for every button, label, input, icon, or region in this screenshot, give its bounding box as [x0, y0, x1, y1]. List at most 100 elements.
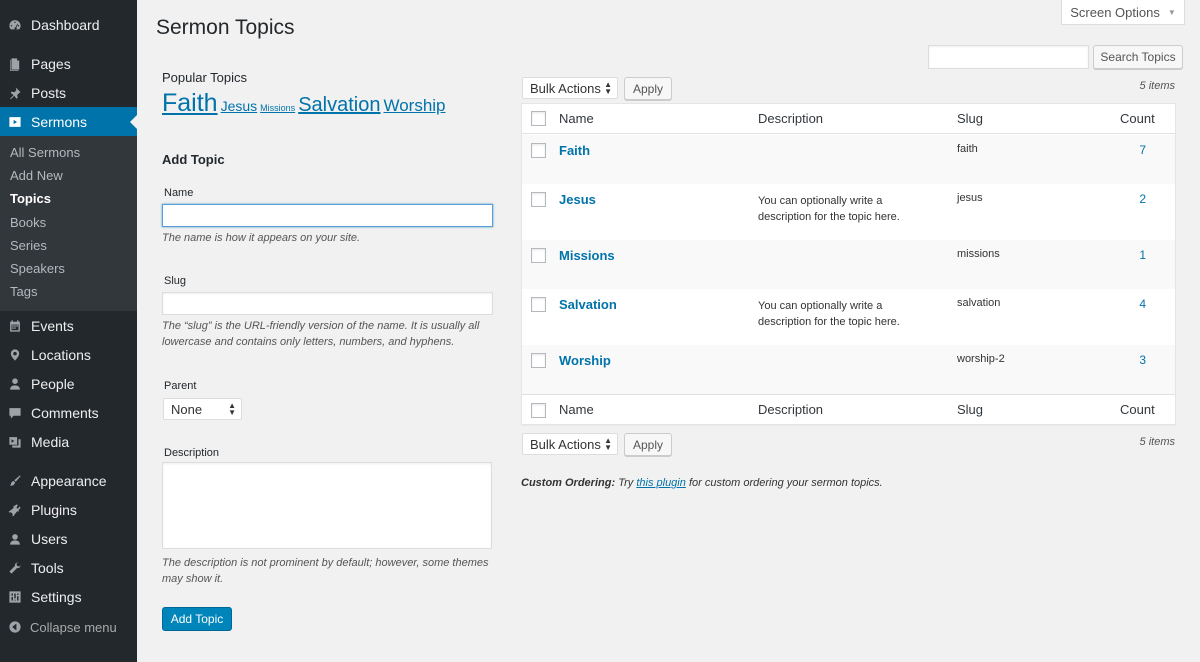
- menu-settings[interactable]: Settings: [0, 582, 137, 611]
- location-pin-icon: [8, 348, 22, 362]
- row-checkbox[interactable]: [531, 297, 546, 312]
- menu-sermons[interactable]: Sermons: [0, 107, 137, 136]
- topic-slug: worship-2: [957, 353, 1005, 365]
- topic-name-link[interactable]: Salvation: [559, 297, 617, 312]
- select-all-checkbox[interactable]: [531, 111, 546, 126]
- row-checkbox[interactable]: [531, 353, 546, 368]
- submenu-topics[interactable]: Topics: [10, 189, 51, 209]
- custom-ordering-label: Custom Ordering:: [521, 477, 616, 489]
- column-footer-count[interactable]: Count: [1120, 402, 1155, 417]
- collapse-menu-button[interactable]: Collapse menu: [0, 617, 137, 637]
- menu-label: People: [31, 375, 75, 392]
- menu-people[interactable]: People: [0, 369, 137, 398]
- table-row: Missions missions 1: [522, 240, 1175, 289]
- topic-name-link[interactable]: Missions: [559, 248, 615, 263]
- column-header-slug[interactable]: Slug: [957, 111, 983, 126]
- menu-events[interactable]: Events: [0, 311, 137, 340]
- menu-label: Media: [31, 433, 70, 450]
- tag-cloud-link[interactable]: Salvation: [298, 94, 380, 116]
- description-textarea[interactable]: [162, 462, 492, 549]
- submenu-add-new[interactable]: Add New: [10, 166, 63, 186]
- menu-plugins[interactable]: Plugins: [0, 495, 137, 524]
- topic-count-link[interactable]: 2: [1122, 192, 1146, 206]
- row-checkbox[interactable]: [531, 143, 546, 158]
- submenu-tags[interactable]: Tags: [10, 282, 37, 302]
- items-count-bottom: 5 items: [1139, 436, 1175, 448]
- menu-media[interactable]: Media: [0, 427, 137, 456]
- row-checkbox[interactable]: [531, 192, 546, 207]
- tag-cloud: Faith Jesus Missions Salvation Worship: [162, 89, 449, 118]
- topic-name-link[interactable]: Worship: [559, 353, 611, 368]
- menu-label: Pages: [31, 55, 71, 72]
- wrench-icon: [8, 561, 22, 575]
- menu-label: Comments: [31, 404, 99, 421]
- column-header-count[interactable]: Count: [1120, 111, 1155, 126]
- table-row: Jesus You can optionally write a descrip…: [522, 184, 1175, 240]
- select-all-checkbox-bottom[interactable]: [531, 403, 546, 418]
- video-play-icon: [8, 115, 22, 129]
- search-input[interactable]: [928, 45, 1089, 69]
- select-arrows-icon: ▲ ▼: [604, 80, 612, 96]
- topic-count-link[interactable]: 1: [1122, 248, 1146, 262]
- add-topic-button[interactable]: Add Topic: [162, 607, 232, 631]
- triangle-down-icon: ▼: [1167, 7, 1176, 17]
- table-footer: Name Description Slug Count: [522, 394, 1175, 424]
- submenu-speakers[interactable]: Speakers: [10, 259, 65, 279]
- topic-count-link[interactable]: 4: [1122, 297, 1146, 311]
- topic-description: You can optionally write a description f…: [758, 195, 900, 223]
- plug-icon: [8, 503, 22, 517]
- topic-name-link[interactable]: Jesus: [559, 192, 596, 207]
- bulk-actions-select-bottom[interactable]: Bulk Actions ▲ ▼: [522, 433, 618, 455]
- menu-comments[interactable]: Comments: [0, 398, 137, 427]
- menu-users[interactable]: Users: [0, 524, 137, 553]
- menu-tools[interactable]: Tools: [0, 553, 137, 582]
- bulk-actions-value: Bulk Actions: [530, 80, 601, 96]
- bulk-actions-select-top[interactable]: Bulk Actions ▲ ▼: [522, 77, 618, 99]
- topic-name-link[interactable]: Faith: [559, 143, 590, 158]
- menu-label: Dashboard: [31, 16, 100, 33]
- submenu-books[interactable]: Books: [10, 213, 46, 233]
- column-header-name[interactable]: Name: [559, 111, 594, 126]
- menu-pages[interactable]: Pages: [0, 49, 137, 78]
- dashboard-icon: [8, 18, 22, 32]
- name-field[interactable]: [162, 204, 493, 227]
- slug-field[interactable]: [162, 292, 493, 315]
- search-topics-button[interactable]: Search Topics: [1093, 45, 1183, 69]
- tag-cloud-link[interactable]: Missions: [260, 103, 295, 113]
- topic-slug: faith: [957, 143, 978, 155]
- column-header-description[interactable]: Description: [758, 111, 823, 126]
- column-footer-description[interactable]: Description: [758, 402, 823, 417]
- name-label: Name: [164, 187, 194, 199]
- column-footer-slug[interactable]: Slug: [957, 402, 983, 417]
- menu-label: Posts: [31, 84, 67, 101]
- menu-appearance[interactable]: Appearance: [0, 466, 137, 495]
- name-help-text: The name is how it appears on your site.: [162, 232, 361, 244]
- tag-cloud-link[interactable]: Worship: [383, 96, 445, 115]
- row-checkbox[interactable]: [531, 248, 546, 263]
- description-label: Description: [164, 447, 220, 459]
- menu-locations[interactable]: Locations: [0, 340, 137, 369]
- parent-select[interactable]: None ▲ ▼: [163, 398, 242, 420]
- menu-label: Tools: [31, 559, 64, 576]
- items-count-top: 5 items: [1139, 80, 1175, 92]
- column-footer-name[interactable]: Name: [559, 402, 594, 417]
- menu-dashboard[interactable]: Dashboard: [0, 10, 137, 39]
- table-row: Faith faith 7: [522, 135, 1175, 184]
- submenu-all-sermons[interactable]: All Sermons: [10, 143, 80, 163]
- topic-description: You can optionally write a description f…: [758, 300, 900, 328]
- screen-options-button[interactable]: Screen Options ▼: [1061, 0, 1185, 25]
- topic-slug: missions: [957, 248, 1000, 260]
- slug-help-text: The “slug” is the URL-friendly version o…: [162, 320, 480, 348]
- tag-cloud-link[interactable]: Faith: [162, 89, 218, 117]
- plugin-link[interactable]: this plugin: [636, 477, 686, 489]
- menu-label: Users: [31, 530, 68, 547]
- tag-cloud-link[interactable]: Jesus: [221, 98, 258, 114]
- apply-button-bottom[interactable]: Apply: [624, 433, 672, 456]
- topic-count-link[interactable]: 3: [1122, 353, 1146, 367]
- apply-button-top[interactable]: Apply: [624, 77, 672, 100]
- menu-label: Appearance: [31, 472, 107, 489]
- topic-count-link[interactable]: 7: [1122, 143, 1146, 157]
- submenu-series[interactable]: Series: [10, 236, 47, 256]
- custom-ordering-pre: Try: [618, 477, 634, 489]
- menu-posts[interactable]: Posts: [0, 78, 137, 107]
